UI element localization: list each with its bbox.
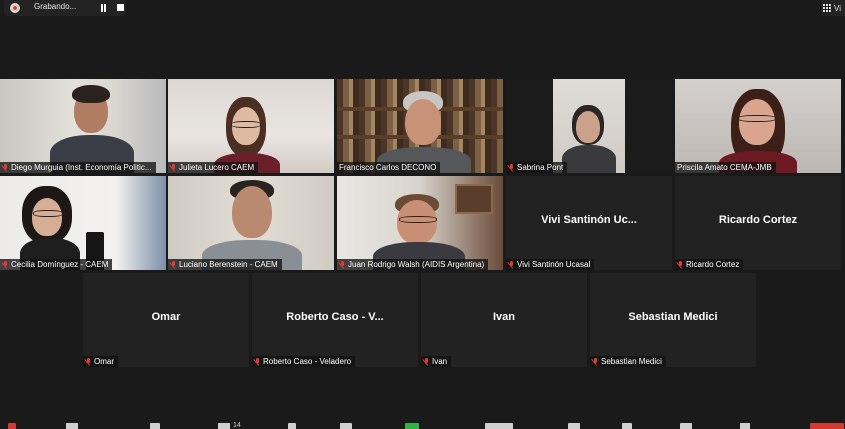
muted-mic-icon [85,357,92,366]
video-tile[interactable]: Juan Rodrigo Walsh (AIDIS Argentina) [337,176,503,270]
muted-mic-icon [508,163,515,172]
video-camera-icon[interactable] [66,423,78,429]
reactions-icon[interactable] [568,423,580,429]
participant-video [168,79,334,173]
video-tile[interactable]: Vivi Santinón Uc... Vivi Santinón Ucasal [506,176,672,270]
muted-mic-icon [170,260,177,269]
participant-name-label: Sebastian Medici [590,356,666,367]
whiteboard-icon[interactable] [680,423,692,429]
participant-video [337,79,503,173]
recording-bar: Grabando... [4,0,126,16]
participant-display-name: Vivi Santinón Uc... [541,214,637,226]
meeting-toolbar: 14 [0,421,845,429]
participant-video [675,79,841,173]
view-button[interactable]: Vi [821,0,845,16]
more-icon[interactable] [740,423,750,429]
video-tile[interactable]: Ivan Ivan [421,273,587,367]
participant-display-name: Roberto Caso - V... [286,311,384,323]
video-tile[interactable]: Julieta Lucero CAEM [168,79,334,173]
participant-name-label: Sabrina Pont [506,162,568,173]
participant-name-label: Roberto Caso - Veladero [252,356,356,367]
participant-video [506,79,672,173]
participant-video [168,176,334,270]
muted-mic-icon [677,260,684,269]
video-tile-active-speaker[interactable]: Priscila Amato CEMA-JMB [675,79,841,173]
muted-mic-icon [592,357,599,366]
muted-mic-icon [2,163,9,172]
video-tile[interactable]: Francisco Carlos DECONO [337,79,503,173]
recording-icon [10,3,20,13]
participant-name-label: Vivi Santinón Ucasal [506,259,595,270]
video-tile[interactable]: Sebastian Medici Sebastian Medici [590,273,756,367]
video-tile[interactable]: Ricardo Cortez Ricardo Cortez [675,176,841,270]
video-tile[interactable]: Diego Murguia (Inst. Economía Politic... [0,79,166,173]
participant-display-name: Ivan [492,311,515,323]
video-tile[interactable]: Sabrina Pont [506,79,672,173]
participant-video [0,176,166,270]
muted-mic-icon [508,260,515,269]
security-icon[interactable] [150,423,160,429]
participants-icon[interactable] [218,423,230,429]
video-tile[interactable]: Luciano Berenstein - CAEM [168,176,334,270]
participant-name-label: Diego Murguia (Inst. Economía Politic... [0,162,156,173]
participant-name-label: Omar [83,356,118,367]
muted-mic-icon [339,260,346,269]
record-icon[interactable] [485,423,513,429]
mute-icon[interactable] [8,423,16,429]
participants-count: 14 [233,422,241,429]
pause-recording-icon[interactable] [100,4,107,12]
recording-label: Grabando... [34,2,77,11]
participant-video [0,79,166,173]
participant-video [337,176,503,270]
muted-mic-icon [170,163,177,172]
stop-recording-icon[interactable] [117,4,124,11]
polls-icon[interactable] [288,423,296,429]
participant-name-label: Ivan [421,356,452,367]
view-label: Vi [834,3,841,13]
participant-display-name: Sebastian Medici [628,311,718,323]
participant-name-label: Francisco Carlos DECONO [337,162,441,173]
share-screen-icon[interactable] [405,423,419,429]
participant-name-label: Juan Rodrigo Walsh (AIDIS Argentina) [337,259,489,270]
participant-display-name: Omar [151,311,181,323]
muted-mic-icon [2,260,9,269]
participant-name-label: Ricardo Cortez [675,259,744,270]
muted-mic-icon [423,357,430,366]
chat-icon[interactable] [340,423,352,429]
video-tile[interactable]: Omar Omar [83,273,249,367]
participant-name-label: Cecilia Domínguez - CAEM [0,259,113,270]
video-tile[interactable]: Cecilia Domínguez - CAEM [0,176,166,270]
participant-name-label: Julieta Lucero CAEM [168,162,259,173]
participant-name-label: Luciano Berenstein - CAEM [168,259,282,270]
end-meeting-button[interactable] [810,423,844,429]
grid-view-icon [823,4,831,12]
apps-icon[interactable] [622,423,632,429]
participant-display-name: Ricardo Cortez [718,214,798,226]
video-tile[interactable]: Roberto Caso - V... Roberto Caso - Velad… [252,273,418,367]
muted-mic-icon [254,357,261,366]
participant-name-label: Priscila Amato CEMA-JMB [675,162,776,173]
